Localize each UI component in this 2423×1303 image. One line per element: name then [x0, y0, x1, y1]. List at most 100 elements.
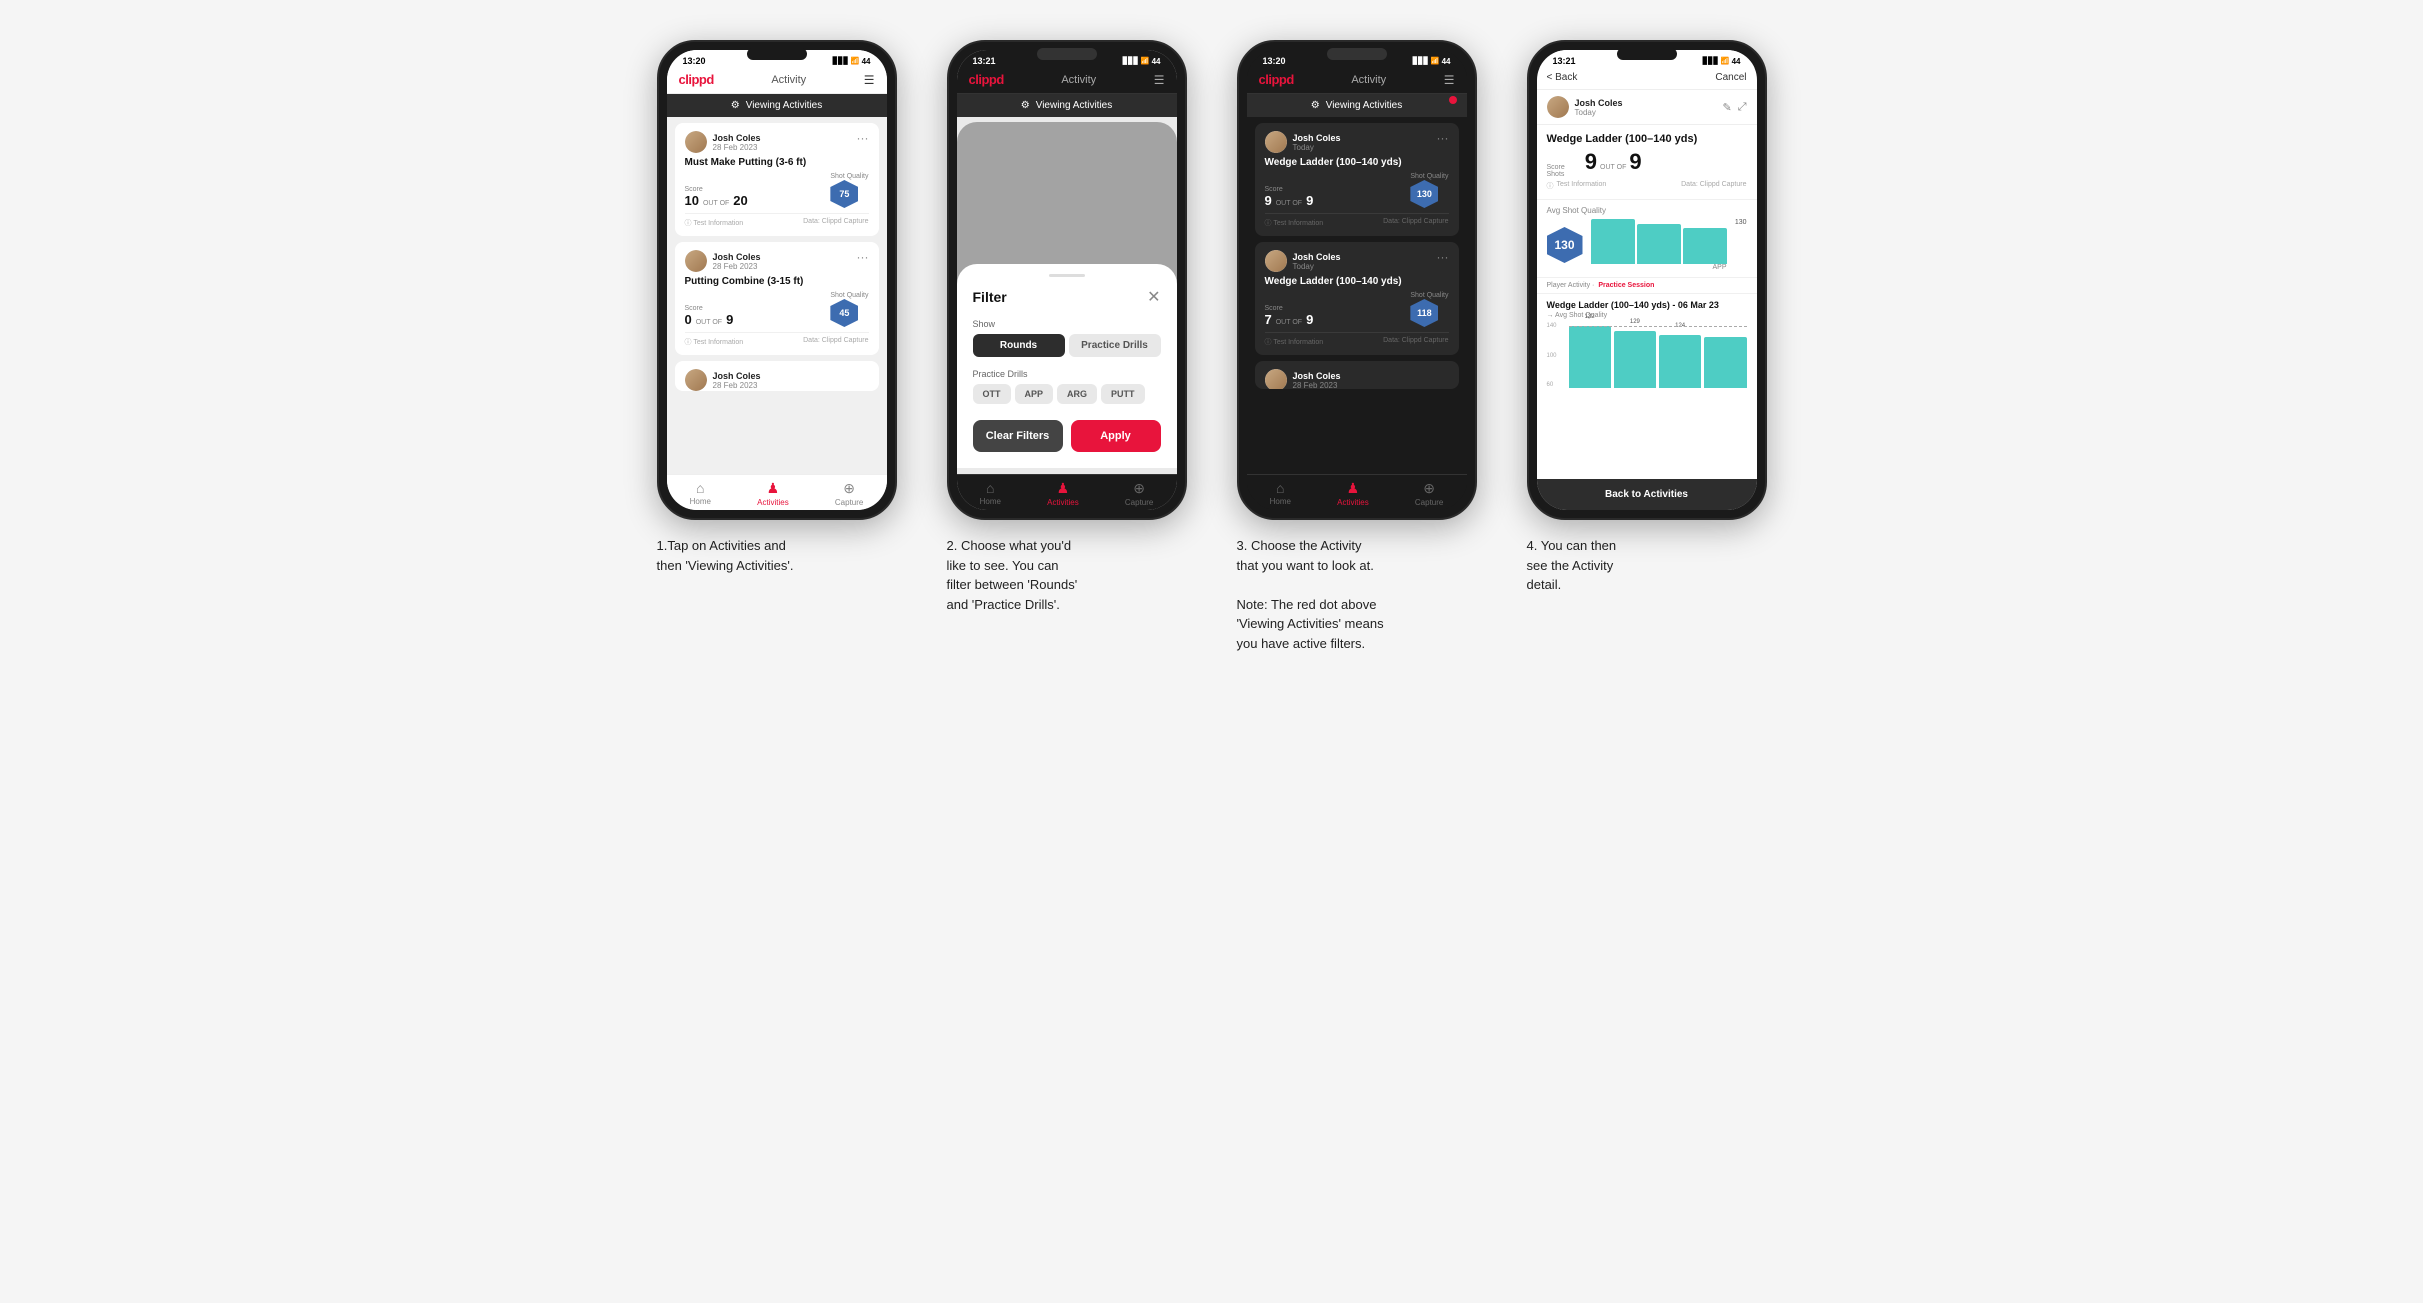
- card-1-more[interactable]: ···: [857, 131, 869, 145]
- activity-card-dark-2[interactable]: Josh Coles Today ··· Wedge Ladder (100–1…: [1255, 242, 1459, 355]
- capture-icon-3: ⊕: [1423, 480, 1435, 497]
- card-2-avatar: [685, 250, 707, 272]
- card-2-footer: ⓘ Test Information Data: Clippd Capture: [685, 332, 869, 347]
- phone-4-shots-label: Shots: [1547, 171, 1565, 178]
- phone-1-header-title: Activity: [771, 74, 806, 86]
- filter-header: Filter ✕: [973, 287, 1161, 307]
- phone-1-col: 13:20 ▊▊▊📶44 clippd Activity ☰ ⚙ Viewing…: [647, 40, 907, 575]
- card-1-avatar: [685, 131, 707, 153]
- phone-3-viewing-label: Viewing Activities: [1326, 100, 1403, 111]
- card-d1-more[interactable]: ···: [1437, 131, 1449, 145]
- apply-btn[interactable]: Apply: [1071, 420, 1161, 452]
- card-d1-footer-right: Data: Clippd Capture: [1383, 218, 1448, 228]
- phone-1-viewing-bar[interactable]: ⚙ Viewing Activities: [667, 94, 887, 117]
- card-1-score: 10: [685, 193, 699, 208]
- nav-capture-label-3: Capture: [1415, 498, 1443, 507]
- card-2-header: Josh Coles 28 Feb 2023 ···: [685, 250, 869, 272]
- phone-2-filter-icon: ⚙: [1021, 100, 1030, 111]
- phone-1-menu-icon[interactable]: ☰: [864, 73, 875, 87]
- rounds-toggle-btn[interactable]: Rounds: [973, 334, 1065, 357]
- phone-1-bottom-nav: ⌂ Home ♟ Activities ⊕ Capture: [667, 474, 887, 510]
- phone-3-screen: 13:20 ▊▊▊📶44 clippd Activity ☰ ⚙ Viewing…: [1247, 50, 1467, 510]
- phone-4-detail-icons: ✎ ⤢: [1722, 101, 1746, 114]
- card-d1-footer-left: ⓘ Test Information: [1265, 218, 1324, 228]
- bar-4: [1704, 337, 1746, 388]
- phone-2-viewing-bar[interactable]: ⚙ Viewing Activities: [957, 94, 1177, 117]
- card-d1-sq-label: Shot Quality: [1410, 173, 1448, 180]
- caption-1: 1.Tap on Activities and then 'Viewing Ac…: [657, 536, 897, 575]
- card-d2-score-group: Score 7 OUT OF 9: [1265, 305, 1314, 327]
- back-btn[interactable]: < Back: [1547, 72, 1578, 83]
- bar-1: 132: [1569, 326, 1611, 388]
- card-d2-title: Wedge Ladder (100–140 yds): [1265, 276, 1449, 287]
- card-d2-user-row: Josh Coles Today: [1265, 250, 1341, 272]
- nav-activities-2[interactable]: ♟ Activities: [1047, 480, 1079, 507]
- phone-4-score-label: Score: [1547, 164, 1565, 171]
- activity-card-1[interactable]: Josh Coles 28 Feb 2023 ··· Must Make Put…: [675, 123, 879, 236]
- sheet-handle: [1049, 274, 1085, 277]
- nav-home-label-3: Home: [1270, 497, 1291, 506]
- nav-capture-label-2: Capture: [1125, 498, 1153, 507]
- edit-icon[interactable]: ✎: [1722, 101, 1731, 114]
- nav-capture-3[interactable]: ⊕ Capture: [1415, 480, 1443, 507]
- phone-4-score-value: 9: [1585, 149, 1597, 175]
- phone-2-menu-icon[interactable]: ☰: [1154, 73, 1165, 87]
- phone-3-viewing-bar[interactable]: ⚙ Viewing Activities: [1247, 94, 1467, 117]
- filter-toggle-group: Rounds Practice Drills: [973, 334, 1161, 357]
- card-d2-sq-label: Shot Quality: [1410, 292, 1448, 299]
- phone-2-logo: clippd: [969, 72, 1004, 87]
- phone-4-frame: 13:21 ▊▊▊📶44 < Back Cancel Jo: [1527, 40, 1767, 520]
- card-d2-stats: Score 7 OUT OF 9 Shot Quality 118: [1265, 292, 1449, 327]
- card-1-stats: Score 10 OUT OF 20 Shot Quality 75: [685, 173, 869, 208]
- card-d1-score-group: Score 9 OUT OF 9: [1265, 186, 1314, 208]
- phone-3-menu-icon[interactable]: ☰: [1444, 73, 1455, 87]
- practice-drills-toggle-btn[interactable]: Practice Drills: [1069, 334, 1161, 357]
- drill-app-btn[interactable]: APP: [1015, 384, 1054, 404]
- filter-close-btn[interactable]: ✕: [1147, 287, 1160, 307]
- nav-activities-3[interactable]: ♟ Activities: [1337, 480, 1369, 507]
- activities-icon-2: ♟: [1057, 480, 1070, 497]
- phone-2-col: 13:21 ▊▊▊📶44 clippd Activity ☰ ⚙ Viewing…: [937, 40, 1197, 614]
- nav-home-1[interactable]: ⌂ Home: [690, 480, 711, 507]
- card-2-more[interactable]: ···: [857, 250, 869, 264]
- phone-1-frame: 13:20 ▊▊▊📶44 clippd Activity ☰ ⚙ Viewing…: [657, 40, 897, 520]
- nav-home-2[interactable]: ⌂ Home: [980, 480, 1001, 507]
- activity-card-2[interactable]: Josh Coles 28 Feb 2023 ··· Putting Combi…: [675, 242, 879, 355]
- nav-capture-label-1: Capture: [835, 498, 863, 507]
- drill-arg-btn[interactable]: ARG: [1057, 384, 1097, 404]
- phone-4-test-info: ⓘTest InformationData: Clippd Capture: [1547, 181, 1747, 191]
- phone-4-col: 13:21 ▊▊▊📶44 < Back Cancel Jo: [1517, 40, 1777, 595]
- clear-filters-btn[interactable]: Clear Filters: [973, 420, 1063, 452]
- chart-bar-2: [1637, 224, 1681, 265]
- phone-4-time: 13:21: [1553, 56, 1576, 66]
- nav-activities-1[interactable]: ♟ Activities: [757, 480, 789, 507]
- nav-activities-label-1: Activities: [757, 498, 789, 507]
- nav-capture-2[interactable]: ⊕ Capture: [1125, 480, 1153, 507]
- card-1-outof: OUT OF: [703, 200, 729, 207]
- drill-putt-btn[interactable]: PUTT: [1101, 384, 1145, 404]
- nav-capture-1[interactable]: ⊕ Capture: [835, 480, 863, 507]
- drill-ott-btn[interactable]: OTT: [973, 384, 1011, 404]
- nav-home-3[interactable]: ⌂ Home: [1270, 480, 1291, 507]
- activity-card-3[interactable]: Josh Coles 28 Feb 2023: [675, 361, 879, 391]
- phone-4-back-to-activities[interactable]: Back to Activities: [1537, 479, 1757, 510]
- phone-4-avatar: [1547, 96, 1569, 118]
- capture-icon-1: ⊕: [843, 480, 855, 497]
- card-d2-more[interactable]: ···: [1437, 250, 1449, 264]
- activity-card-dark-3[interactable]: Josh Coles 28 Feb 2023: [1255, 361, 1459, 389]
- phone-4-player-activity-label: Player Activity ·: [1547, 282, 1595, 289]
- card-3-user-info: Josh Coles 28 Feb 2023: [713, 371, 761, 390]
- card-d1-score-label: Score: [1265, 186, 1314, 193]
- cancel-btn[interactable]: Cancel: [1715, 72, 1746, 83]
- filter-show-label: Show: [973, 319, 1161, 329]
- phone-2-time: 13:21: [973, 56, 996, 66]
- activity-card-dark-1[interactable]: Josh Coles Today ··· Wedge Ladder (100–1…: [1255, 123, 1459, 236]
- card-1-sq-label: Shot Quality: [830, 173, 868, 180]
- phone-2-status-bar: 13:21 ▊▊▊📶44: [957, 50, 1177, 68]
- card-3-name: Josh Coles: [713, 371, 761, 381]
- expand-icon[interactable]: ⤢: [1738, 101, 1747, 114]
- card-1-footer-left: ⓘ Test Information: [685, 218, 744, 228]
- home-icon-2: ⌂: [986, 480, 994, 496]
- phone-4-shots-value: 9: [1629, 149, 1641, 175]
- phone-4-screen: 13:21 ▊▊▊📶44 < Back Cancel Jo: [1537, 50, 1757, 510]
